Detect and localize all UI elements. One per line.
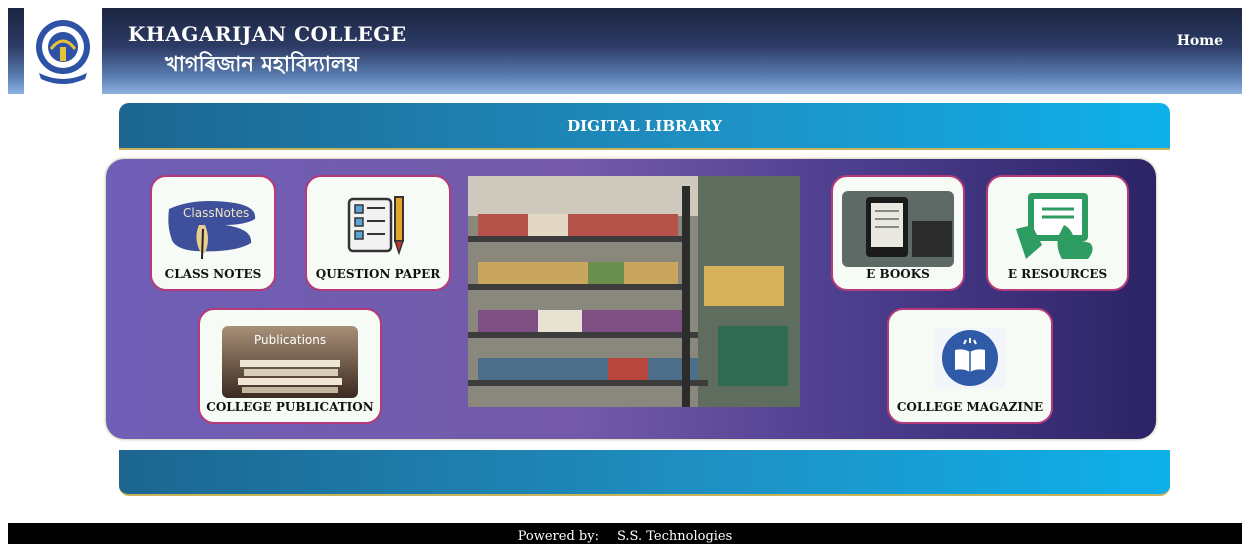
page-title: DIGITAL LIBRARY [567, 116, 722, 135]
college-name-local: খাগৰিজান মহাবিদ্যালয় [165, 51, 359, 76]
class-notes-label: CLASS NOTES [164, 267, 262, 281]
open-book-icon [935, 328, 1005, 388]
college-emblem-icon [36, 20, 90, 84]
publications-icon: Publications [222, 326, 358, 398]
class-notes-card[interactable]: ClassNotes CLASS NOTES [150, 175, 276, 291]
e-resources-card[interactable]: E RESOURCES [986, 175, 1129, 291]
question-paper-icon [347, 196, 405, 256]
powered-by-label: Powered by: [517, 529, 599, 544]
nav-home-link[interactable]: Home [1177, 33, 1223, 49]
college-magazine-label: COLLEGE MAGAZINE [896, 400, 1044, 414]
digital-library-banner: DIGITAL LIBRARY [119, 103, 1170, 150]
question-paper-label: QUESTION PAPER [315, 267, 441, 281]
bookshelf-image [468, 176, 800, 407]
library-shelves-photo [468, 176, 800, 407]
publications-image-text: Publications [254, 333, 326, 347]
e-books-label: E BOOKS [866, 267, 930, 281]
question-paper-card[interactable]: QUESTION PAPER [305, 175, 451, 291]
e-books-card[interactable]: E BOOKS [831, 175, 965, 291]
college-publication-label: COLLEGE PUBLICATION [206, 400, 374, 414]
e-resources-label: E RESOURCES [1007, 267, 1108, 281]
bottom-banner [119, 450, 1170, 496]
class-notes-image-text: ClassNotes [183, 206, 249, 220]
page-footer: Powered by: S.S. Technologies [8, 523, 1242, 544]
company-link[interactable]: S.S. Technologies [617, 529, 732, 544]
college-publication-card[interactable]: Publications COLLEGE PUBLICATION [198, 308, 382, 424]
class-notes-icon: ClassNotes [168, 201, 256, 260]
college-logo[interactable] [24, 8, 102, 94]
college-name: KHAGARIJAN COLLEGE [128, 22, 407, 46]
tablet-touch-icon [1015, 193, 1093, 259]
ebook-reader-icon [842, 191, 954, 267]
college-magazine-card[interactable]: COLLEGE MAGAZINE [887, 308, 1053, 424]
